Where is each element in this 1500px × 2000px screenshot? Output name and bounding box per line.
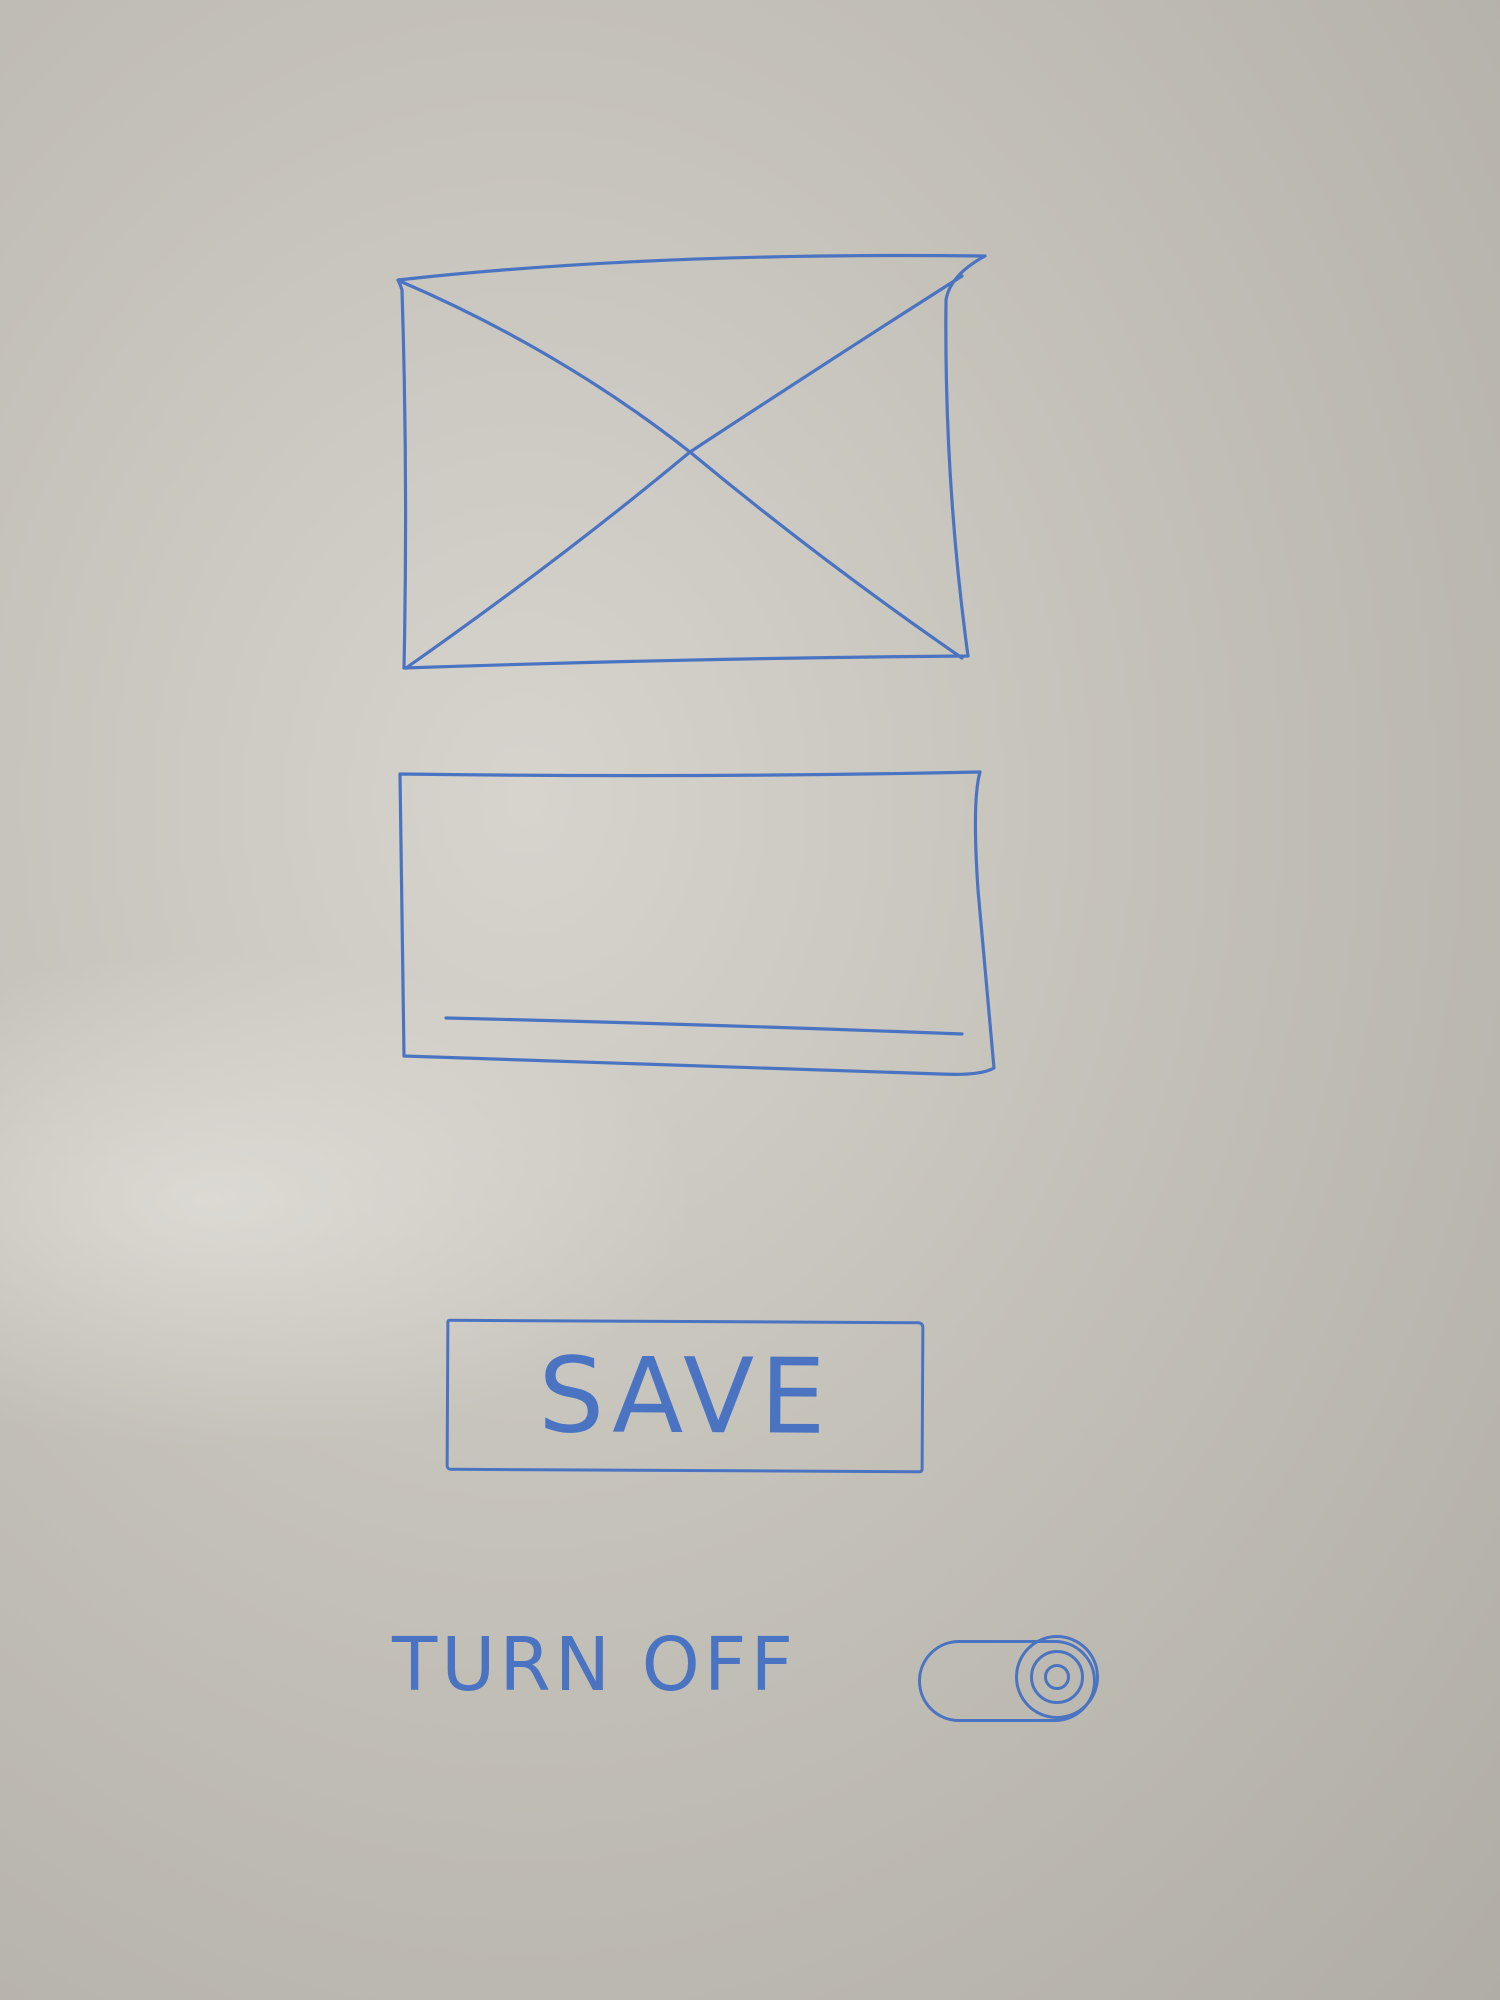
text-area[interactable] bbox=[398, 770, 996, 1076]
toggle-switch-icon[interactable] bbox=[918, 1635, 1099, 1722]
image-placeholder-cross-2 bbox=[404, 274, 964, 670]
toggle-knob bbox=[1015, 1635, 1099, 1719]
image-placeholder-cross-1 bbox=[400, 280, 964, 660]
whiteboard: SAVE TURN OFF bbox=[0, 0, 1500, 2000]
image-placeholder[interactable] bbox=[396, 253, 987, 670]
text-area-frame bbox=[398, 770, 996, 1076]
save-button[interactable]: SAVE bbox=[445, 1318, 925, 1474]
text-area-underline bbox=[444, 1016, 964, 1036]
toggle-label: TURN OFF bbox=[392, 1622, 798, 1708]
